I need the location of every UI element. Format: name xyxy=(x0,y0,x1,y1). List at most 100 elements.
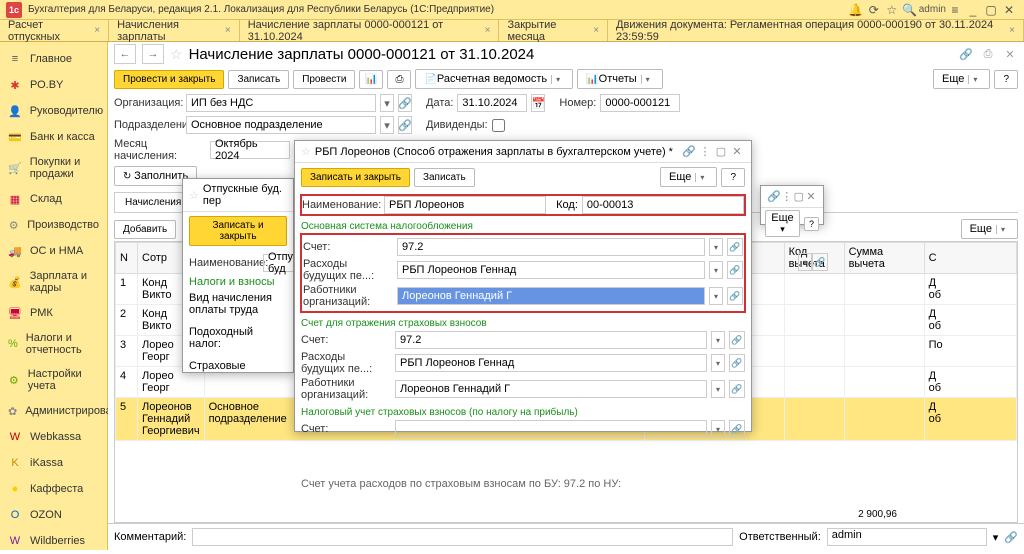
more-button[interactable]: Еще▾ xyxy=(933,69,990,89)
month-field[interactable]: Октябрь 2024 xyxy=(210,141,290,159)
col-deduction-sum[interactable]: Сумма вычета xyxy=(844,243,924,274)
aux-close-icon[interactable]: ✕ xyxy=(805,190,817,203)
menu-icon[interactable]: ≡ xyxy=(946,1,964,19)
post-and-close-button[interactable]: Провести и закрыть xyxy=(114,70,224,89)
dlg-vacation-save-close[interactable]: Записать и закрыть xyxy=(189,216,287,246)
tab-0[interactable]: Расчет отпускных× xyxy=(0,20,109,41)
responsible-dropdown-icon[interactable]: ▾ xyxy=(993,531,999,544)
save-button[interactable]: Записать xyxy=(228,70,289,89)
history-icon[interactable]: ⟳ xyxy=(865,1,883,19)
responsible-link-icon[interactable]: 🔗 xyxy=(1004,531,1018,544)
sidebar-item-10[interactable]: %Налоги и отчетность xyxy=(0,326,107,362)
movements-icon[interactable]: 📊 xyxy=(359,70,383,89)
aux-menu-icon[interactable]: ⋮ xyxy=(781,190,793,203)
org-field[interactable]: ИП без НДС xyxy=(186,94,376,112)
org-link-icon[interactable]: 🔗 xyxy=(398,94,412,112)
dept-link-icon[interactable]: 🔗 xyxy=(398,116,412,134)
sidebar-label: Банк и касса xyxy=(30,131,95,143)
tab-2[interactable]: Начисление зарплаты 0000-000121 от 31.10… xyxy=(240,20,500,41)
rbp-star-icon[interactable]: ☆ xyxy=(301,145,311,158)
maximize-icon[interactable]: ▢ xyxy=(982,1,1000,19)
dlg-star-icon[interactable]: ☆ xyxy=(189,189,199,202)
rbp-code-field[interactable]: 00-00013 xyxy=(582,196,744,214)
tab-close-icon[interactable]: × xyxy=(94,25,100,36)
sidebar-icon: 👤 xyxy=(8,104,22,118)
user-label[interactable]: admin xyxy=(919,1,946,19)
sidebar-item-15[interactable]: ●Каффеста xyxy=(0,476,107,502)
tab-4[interactable]: Движения документа: Регламентная операци… xyxy=(608,20,1024,41)
rbp-workers2-field[interactable]: Лореонов Геннадий Г xyxy=(395,380,707,398)
sidebar-item-9[interactable]: 🖥РМК xyxy=(0,300,107,326)
date-field[interactable]: 31.10.2024 xyxy=(457,94,527,112)
pin-icon[interactable]: ⎙ xyxy=(980,48,996,61)
rbp-account3-field[interactable] xyxy=(395,420,707,438)
rbp-exp2-field[interactable]: РБП Лореонов Геннад xyxy=(395,354,707,372)
rbp-save-close-button[interactable]: Записать и закрыть xyxy=(301,168,410,187)
sidebar-item-4[interactable]: 🛒Покупки и продажи xyxy=(0,150,107,186)
rbp-exp-field[interactable]: РБП Лореонов Геннад xyxy=(397,261,705,279)
aux-help-button[interactable]: ? xyxy=(804,217,819,231)
sidebar-item-11[interactable]: ⚙Настройки учета xyxy=(0,362,107,398)
rbp-account2-field[interactable]: 97.2 xyxy=(395,331,707,349)
rbp-link-icon[interactable]: 🔗 xyxy=(681,145,697,158)
rbp-account-field[interactable]: 97.2 xyxy=(397,238,705,256)
star-icon[interactable]: ☆ xyxy=(883,1,901,19)
aux-more-button[interactable]: Еще ▾ xyxy=(765,210,800,237)
date-calendar-icon[interactable]: 📅 xyxy=(531,94,545,112)
sidebar-item-8[interactable]: 💰Зарплата и кадры xyxy=(0,264,107,300)
post-button[interactable]: Провести xyxy=(293,70,355,89)
tab-accruals[interactable]: Начисления xyxy=(114,192,192,212)
col-n[interactable]: N xyxy=(116,243,138,274)
dividends-checkbox[interactable] xyxy=(492,119,505,132)
payroll-sheet-button[interactable]: 📄 Расчетная ведомость▾ xyxy=(415,69,573,89)
sidebar-item-6[interactable]: ⚙Производство xyxy=(0,212,107,238)
nav-fwd-button[interactable]: → xyxy=(142,44,164,64)
tab-3[interactable]: Закрытие месяца× xyxy=(499,20,608,41)
close-icon[interactable]: ✕ xyxy=(1000,1,1018,19)
aux-max-icon[interactable]: ▢ xyxy=(793,190,805,203)
comment-field[interactable] xyxy=(192,528,733,546)
sidebar-item-1[interactable]: ✱РО.BY xyxy=(0,72,107,98)
responsible-field[interactable]: admin xyxy=(827,528,987,546)
dept-field[interactable]: Основное подразделение xyxy=(186,116,376,134)
col-s[interactable]: С xyxy=(924,243,1016,274)
rbp-name-field[interactable]: РБП Лореонов xyxy=(384,196,546,214)
link-icon[interactable]: 🔗 xyxy=(958,48,974,61)
rbp-menu-icon[interactable]: ⋮ xyxy=(697,145,713,158)
sidebar-item-0[interactable]: ≡Главное xyxy=(0,46,107,72)
rbp-more-button[interactable]: Еще▾ xyxy=(660,167,717,187)
window-close-icon[interactable]: ✕ xyxy=(1002,48,1018,61)
row-dropdown-icon[interactable]: ▾ xyxy=(798,253,812,271)
add-row-button[interactable]: Добавить xyxy=(114,220,176,239)
org-dropdown-icon[interactable]: ▾ xyxy=(380,94,394,112)
sidebar-item-2[interactable]: 👤Руководителю xyxy=(0,98,107,124)
sidebar-item-3[interactable]: 💳Банк и касса xyxy=(0,124,107,150)
rbp-max-icon[interactable]: ▢ xyxy=(713,145,729,158)
minimize-icon[interactable]: _ xyxy=(964,1,982,19)
dept-dropdown-icon[interactable]: ▾ xyxy=(380,116,394,134)
search-icon[interactable]: 🔍 xyxy=(901,1,919,19)
row-link-icon[interactable]: 🔗 xyxy=(812,253,828,271)
sidebar-item-12[interactable]: ✿Администрирование xyxy=(0,398,107,424)
num-field[interactable]: 0000-000121 xyxy=(600,94,680,112)
bell-icon[interactable]: 🔔 xyxy=(847,1,865,19)
favorite-star-icon[interactable]: ☆ xyxy=(170,46,183,63)
table-more-button[interactable]: Еще▾ xyxy=(961,219,1018,239)
sidebar-item-7[interactable]: 🚚ОС и НМА xyxy=(0,238,107,264)
rbp-help-button[interactable]: ? xyxy=(721,168,745,187)
print-icon[interactable]: ⎙ xyxy=(387,70,411,89)
vacation-name-field[interactable]: Отпускные буд xyxy=(263,254,294,272)
tab-1[interactable]: Начисления зарплаты× xyxy=(109,20,240,41)
nav-back-button[interactable]: ← xyxy=(114,44,136,64)
help-button[interactable]: ? xyxy=(994,70,1018,89)
sidebar-item-5[interactable]: ▦Склад xyxy=(0,186,107,212)
rbp-save-button[interactable]: Записать xyxy=(414,168,475,187)
reports-button[interactable]: 📊 Отчеты▾ xyxy=(577,69,663,89)
sidebar-item-16[interactable]: OOZON xyxy=(0,502,107,528)
sidebar-item-17[interactable]: WWildberries xyxy=(0,528,107,554)
rbp-close-icon[interactable]: ✕ xyxy=(729,145,745,158)
sidebar-item-14[interactable]: KiKassa xyxy=(0,450,107,476)
aux-link-icon[interactable]: 🔗 xyxy=(767,190,781,203)
rbp-workers-field[interactable]: Лореонов Геннадий Г xyxy=(397,287,705,305)
sidebar-item-13[interactable]: WWebkassa xyxy=(0,424,107,450)
